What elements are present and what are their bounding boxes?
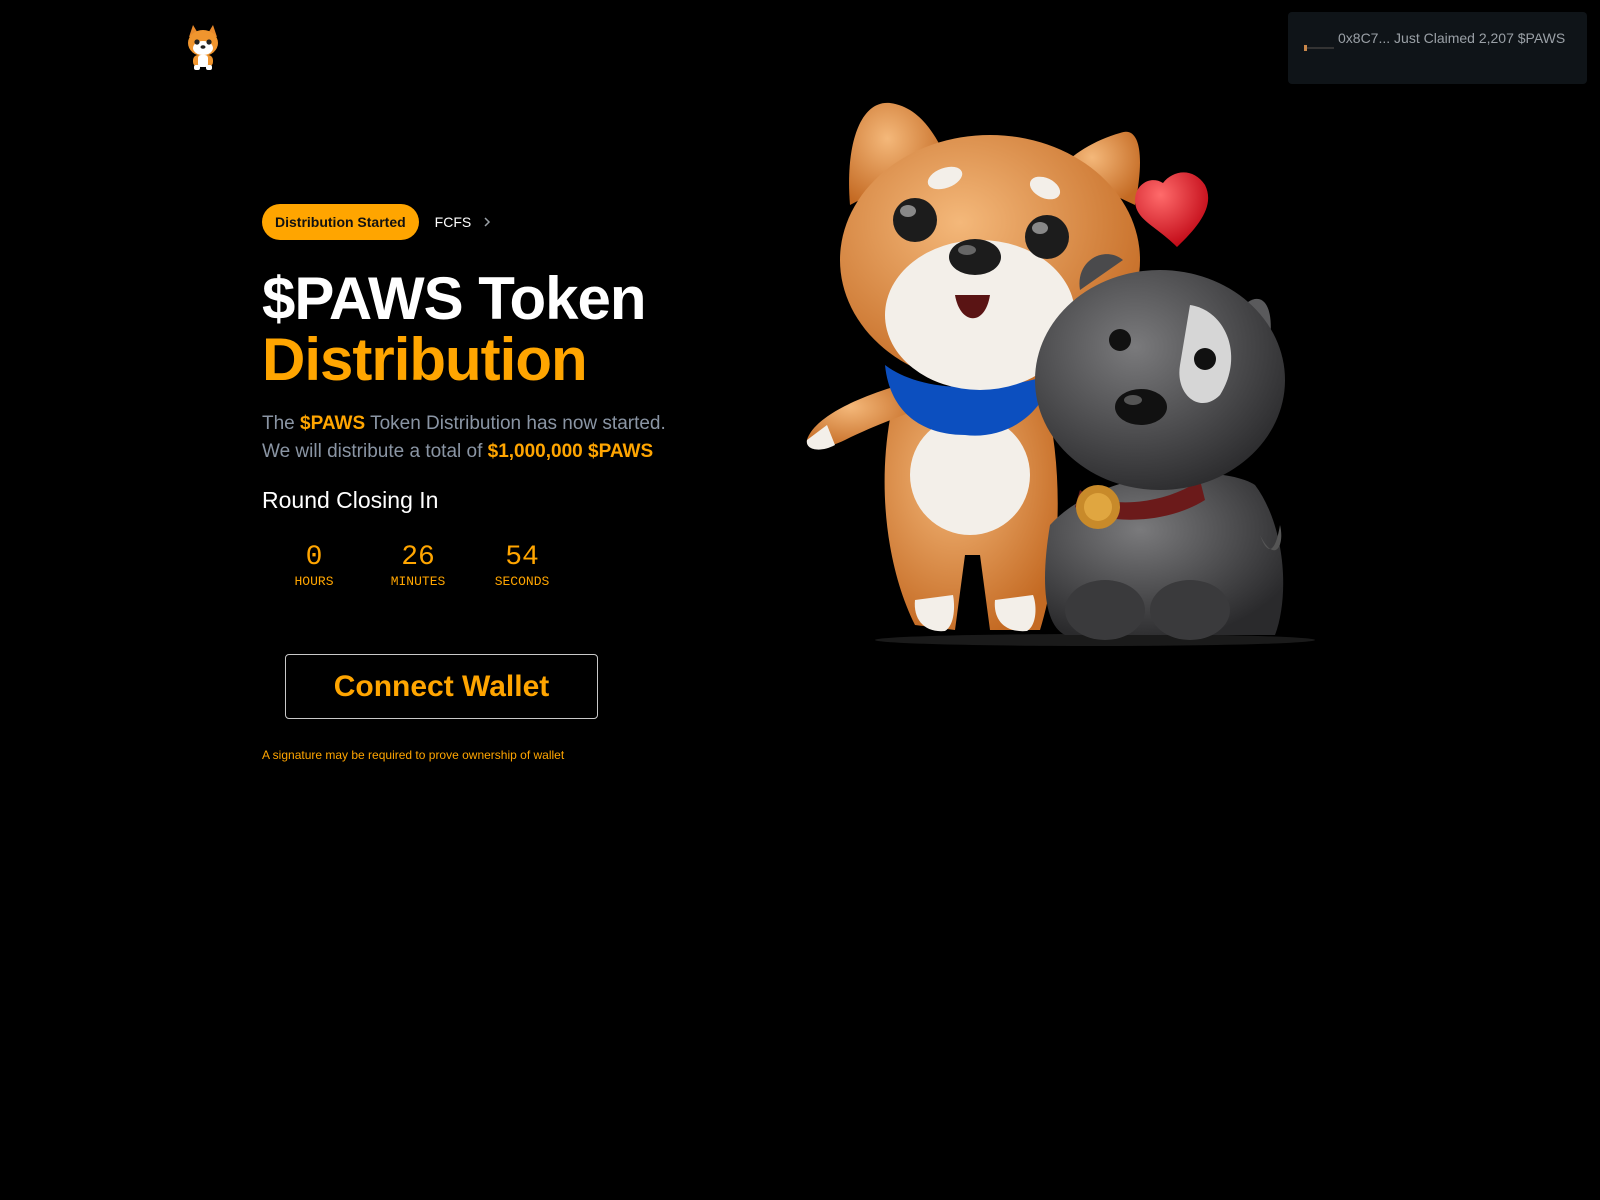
- desc-part-1: The: [262, 413, 301, 434]
- description: The $PAWS Token Distribution has now sta…: [262, 410, 782, 466]
- mascot-illustration: [806, 102, 1315, 646]
- fcfs-link-label: FCFS: [434, 214, 472, 230]
- round-closing-label: Round Closing In: [262, 487, 439, 513]
- shiba-mascot-icon[interactable]: [183, 23, 223, 71]
- desc-amount: $1,000,000 $PAWS: [487, 441, 654, 462]
- connect-wallet-button[interactable]: Connect Wallet: [285, 654, 598, 719]
- status-badges: Distribution Started FCFS: [262, 204, 782, 240]
- hero-section: Distribution Started FCFS $PAWS Token Di…: [262, 204, 782, 590]
- claim-notification-toast: 0x8C7... Just Claimed 2,207 $PAWS: [1288, 12, 1587, 84]
- title-line-1: $PAWS Token: [262, 265, 647, 332]
- status-badge: Distribution Started: [262, 204, 419, 240]
- hours-value: 0: [305, 542, 323, 573]
- desc-part-2: Token Distribution has now started.: [365, 413, 666, 434]
- countdown-hours: 0 HOURS: [262, 543, 366, 590]
- title-line-2: Distribution: [262, 326, 588, 393]
- chevron-right-icon: [484, 217, 491, 227]
- minutes-label: MINUTES: [390, 574, 446, 589]
- desc-part-3: We will distribute a total of: [262, 441, 488, 462]
- countdown-timer: 0 HOURS 26 MINUTES 54 SECONDS: [262, 543, 782, 590]
- desc-token: $PAWS: [300, 413, 366, 434]
- seconds-label: SECONDS: [494, 574, 550, 589]
- page-title: $PAWS Token Distribution: [262, 268, 782, 390]
- countdown-seconds: 54 SECONDS: [470, 543, 574, 590]
- countdown-minutes: 26 MINUTES: [366, 543, 470, 590]
- toast-message: 0x8C7... Just Claimed 2,207 $PAWS: [1338, 30, 1566, 46]
- seconds-value: 54: [505, 542, 539, 573]
- token-thumbnail-icon: [1304, 45, 1334, 51]
- fcfs-link[interactable]: FCFS: [435, 214, 492, 230]
- signature-note: A signature may be required to prove own…: [262, 748, 565, 762]
- minutes-value: 26: [401, 542, 435, 573]
- hours-label: HOURS: [294, 574, 334, 589]
